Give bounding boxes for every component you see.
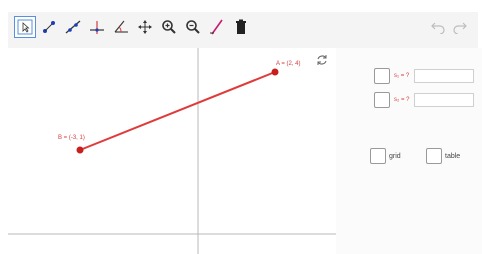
variable-2-label: s₂ = ?	[394, 97, 410, 103]
line-icon[interactable]	[62, 16, 84, 38]
pen-icon[interactable]	[206, 16, 228, 38]
variable-1-input[interactable]	[414, 69, 474, 83]
point-a-label: A = (2, 4)	[276, 61, 301, 67]
point-icon[interactable]	[38, 16, 60, 38]
zoom-in-icon[interactable]	[158, 16, 180, 38]
move-graphics-icon[interactable]	[134, 16, 156, 38]
variable-2-input[interactable]	[414, 93, 474, 107]
point-b-label: B = (-3, 1)	[58, 135, 85, 141]
table-label: table	[445, 152, 461, 160]
zoom-out-icon[interactable]	[182, 16, 204, 38]
redo-icon[interactable]	[452, 18, 468, 39]
point-a[interactable]	[271, 68, 279, 76]
table-checkbox[interactable]	[426, 148, 442, 164]
side-panel: s₁ = ? s₂ = ? grid table	[336, 48, 482, 254]
segment-ab[interactable]	[79, 71, 276, 151]
undo-icon[interactable]	[430, 18, 446, 39]
angle-icon[interactable]	[110, 16, 132, 38]
refresh-icon[interactable]	[317, 55, 327, 65]
select-arrow-icon[interactable]	[14, 16, 36, 38]
point-b[interactable]	[76, 146, 84, 154]
grid-option: grid	[370, 148, 401, 164]
variable-row-1: s₁ = ?	[374, 68, 474, 84]
variable-row-2: s₂ = ?	[374, 92, 474, 108]
grid-checkbox[interactable]	[370, 148, 386, 164]
variable-1-label: s₁ = ?	[394, 73, 410, 79]
graphics-view[interactable]: A = (2, 4) B = (-3, 1)	[8, 48, 337, 254]
perpendicular-icon[interactable]	[86, 16, 108, 38]
toolbar	[8, 12, 478, 49]
grid-label: grid	[389, 152, 401, 160]
table-option: table	[426, 148, 460, 164]
variable-1-checkbox[interactable]	[374, 68, 390, 84]
undo-redo-group	[430, 18, 468, 39]
delete-icon[interactable]	[230, 16, 252, 38]
variable-2-checkbox[interactable]	[374, 92, 390, 108]
